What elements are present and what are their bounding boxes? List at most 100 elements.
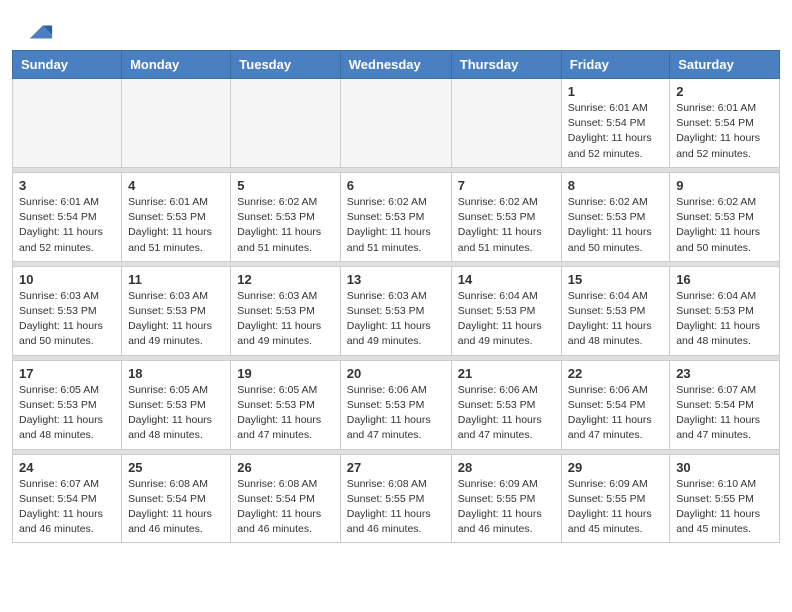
day-info: Sunrise: 6:02 AM Sunset: 5:53 PM Dayligh… [676, 195, 773, 256]
calendar-cell [340, 79, 451, 168]
calendar-cell: 4 Sunrise: 6:01 AM Sunset: 5:53 PM Daylig… [122, 172, 231, 261]
day-info: Sunrise: 6:03 AM Sunset: 5:53 PM Dayligh… [347, 289, 445, 350]
calendar-cell: 28 Sunrise: 6:09 AM Sunset: 5:55 PM Dayli… [451, 454, 561, 543]
day-info: Sunrise: 6:07 AM Sunset: 5:54 PM Dayligh… [19, 477, 115, 538]
day-number: 14 [458, 272, 555, 287]
day-number: 25 [128, 460, 224, 475]
calendar-cell: 22 Sunrise: 6:06 AM Sunset: 5:54 PM Dayli… [561, 360, 669, 449]
day-info: Sunrise: 6:04 AM Sunset: 5:53 PM Dayligh… [458, 289, 555, 350]
week-row-4: 17 Sunrise: 6:05 AM Sunset: 5:53 PM Dayli… [13, 360, 780, 449]
day-info: Sunrise: 6:06 AM Sunset: 5:53 PM Dayligh… [458, 383, 555, 444]
day-info: Sunrise: 6:02 AM Sunset: 5:53 PM Dayligh… [458, 195, 555, 256]
day-info: Sunrise: 6:01 AM Sunset: 5:54 PM Dayligh… [676, 101, 773, 162]
day-number: 1 [568, 84, 663, 99]
calendar-cell: 13 Sunrise: 6:03 AM Sunset: 5:53 PM Dayli… [340, 266, 451, 355]
day-number: 16 [676, 272, 773, 287]
day-info: Sunrise: 6:05 AM Sunset: 5:53 PM Dayligh… [19, 383, 115, 444]
day-number: 21 [458, 366, 555, 381]
day-number: 13 [347, 272, 445, 287]
calendar-cell [13, 79, 122, 168]
day-info: Sunrise: 6:01 AM Sunset: 5:54 PM Dayligh… [568, 101, 663, 162]
day-number: 29 [568, 460, 663, 475]
calendar-cell: 9Sunrise: 6:02 AM Sunset: 5:53 PM Daylig… [670, 172, 780, 261]
day-info: Sunrise: 6:02 AM Sunset: 5:53 PM Dayligh… [237, 195, 333, 256]
calendar-cell: 3 Sunrise: 6:01 AM Sunset: 5:54 PM Daylig… [13, 172, 122, 261]
day-number: 10 [19, 272, 115, 287]
day-info: Sunrise: 6:02 AM Sunset: 5:53 PM Dayligh… [568, 195, 663, 256]
day-number: 24 [19, 460, 115, 475]
day-number: 26 [237, 460, 333, 475]
day-number: 19 [237, 366, 333, 381]
calendar-cell: 27 Sunrise: 6:08 AM Sunset: 5:55 PM Dayli… [340, 454, 451, 543]
calendar-cell: 1 Sunrise: 6:01 AM Sunset: 5:54 PM Daylig… [561, 79, 669, 168]
day-number: 28 [458, 460, 555, 475]
day-info: Sunrise: 6:04 AM Sunset: 5:53 PM Dayligh… [676, 289, 773, 350]
day-info: Sunrise: 6:08 AM Sunset: 5:54 PM Dayligh… [237, 477, 333, 538]
day-info: Sunrise: 6:09 AM Sunset: 5:55 PM Dayligh… [568, 477, 663, 538]
logo [24, 18, 54, 40]
calendar-cell: 24 Sunrise: 6:07 AM Sunset: 5:54 PM Dayli… [13, 454, 122, 543]
day-info: Sunrise: 6:10 AM Sunset: 5:55 PM Dayligh… [676, 477, 773, 538]
calendar-cell [451, 79, 561, 168]
day-info: Sunrise: 6:03 AM Sunset: 5:53 PM Dayligh… [128, 289, 224, 350]
calendar-cell: 8Sunrise: 6:02 AM Sunset: 5:53 PM Daylig… [561, 172, 669, 261]
calendar-cell: 23 Sunrise: 6:07 AM Sunset: 5:54 PM Dayli… [670, 360, 780, 449]
calendar-cell: 5 Sunrise: 6:02 AM Sunset: 5:53 PM Daylig… [231, 172, 340, 261]
calendar-cell: 7 Sunrise: 6:02 AM Sunset: 5:53 PM Daylig… [451, 172, 561, 261]
day-number: 15 [568, 272, 663, 287]
day-info: Sunrise: 6:09 AM Sunset: 5:55 PM Dayligh… [458, 477, 555, 538]
day-info: Sunrise: 6:01 AM Sunset: 5:54 PM Dayligh… [19, 195, 115, 256]
calendar-cell: 12 Sunrise: 6:03 AM Sunset: 5:53 PM Dayli… [231, 266, 340, 355]
day-info: Sunrise: 6:06 AM Sunset: 5:54 PM Dayligh… [568, 383, 663, 444]
day-number: 2 [676, 84, 773, 99]
day-number: 18 [128, 366, 224, 381]
page-header [0, 0, 792, 50]
day-number: 7 [458, 178, 555, 193]
day-info: Sunrise: 6:05 AM Sunset: 5:53 PM Dayligh… [128, 383, 224, 444]
calendar-cell: 30 Sunrise: 6:10 AM Sunset: 5:55 PM Dayli… [670, 454, 780, 543]
weekday-header-thursday: Thursday [451, 51, 561, 79]
calendar-wrapper: SundayMondayTuesdayWednesdayThursdayFrid… [0, 50, 792, 555]
day-info: Sunrise: 6:04 AM Sunset: 5:53 PM Dayligh… [568, 289, 663, 350]
day-number: 12 [237, 272, 333, 287]
calendar-cell: 15 Sunrise: 6:04 AM Sunset: 5:53 PM Dayli… [561, 266, 669, 355]
day-info: Sunrise: 6:01 AM Sunset: 5:53 PM Dayligh… [128, 195, 224, 256]
day-info: Sunrise: 6:03 AM Sunset: 5:53 PM Dayligh… [19, 289, 115, 350]
weekday-header-sunday: Sunday [13, 51, 122, 79]
logo-icon [26, 18, 54, 46]
calendar-cell [122, 79, 231, 168]
week-row-1: 1 Sunrise: 6:01 AM Sunset: 5:54 PM Daylig… [13, 79, 780, 168]
day-info: Sunrise: 6:02 AM Sunset: 5:53 PM Dayligh… [347, 195, 445, 256]
calendar-cell: 6Sunrise: 6:02 AM Sunset: 5:53 PM Daylig… [340, 172, 451, 261]
day-number: 4 [128, 178, 224, 193]
weekday-header-row: SundayMondayTuesdayWednesdayThursdayFrid… [13, 51, 780, 79]
calendar-cell: 21 Sunrise: 6:06 AM Sunset: 5:53 PM Dayli… [451, 360, 561, 449]
day-number: 30 [676, 460, 773, 475]
calendar-cell: 29 Sunrise: 6:09 AM Sunset: 5:55 PM Dayli… [561, 454, 669, 543]
calendar-table: SundayMondayTuesdayWednesdayThursdayFrid… [12, 50, 780, 543]
day-number: 17 [19, 366, 115, 381]
week-row-3: 10 Sunrise: 6:03 AM Sunset: 5:53 PM Dayli… [13, 266, 780, 355]
day-number: 22 [568, 366, 663, 381]
day-info: Sunrise: 6:03 AM Sunset: 5:53 PM Dayligh… [237, 289, 333, 350]
day-number: 11 [128, 272, 224, 287]
weekday-header-tuesday: Tuesday [231, 51, 340, 79]
day-number: 20 [347, 366, 445, 381]
weekday-header-saturday: Saturday [670, 51, 780, 79]
weekday-header-friday: Friday [561, 51, 669, 79]
calendar-cell: 19Sunrise: 6:05 AM Sunset: 5:53 PM Dayli… [231, 360, 340, 449]
calendar-cell [231, 79, 340, 168]
day-number: 27 [347, 460, 445, 475]
weekday-header-monday: Monday [122, 51, 231, 79]
calendar-cell: 18 Sunrise: 6:05 AM Sunset: 5:53 PM Dayli… [122, 360, 231, 449]
week-row-5: 24 Sunrise: 6:07 AM Sunset: 5:54 PM Dayli… [13, 454, 780, 543]
calendar-cell: 17 Sunrise: 6:05 AM Sunset: 5:53 PM Dayli… [13, 360, 122, 449]
day-number: 5 [237, 178, 333, 193]
day-info: Sunrise: 6:08 AM Sunset: 5:55 PM Dayligh… [347, 477, 445, 538]
day-number: 23 [676, 366, 773, 381]
calendar-cell: 26 Sunrise: 6:08 AM Sunset: 5:54 PM Dayli… [231, 454, 340, 543]
calendar-cell: 14 Sunrise: 6:04 AM Sunset: 5:53 PM Dayli… [451, 266, 561, 355]
day-number: 3 [19, 178, 115, 193]
calendar-cell: 20Sunrise: 6:06 AM Sunset: 5:53 PM Dayli… [340, 360, 451, 449]
day-info: Sunrise: 6:07 AM Sunset: 5:54 PM Dayligh… [676, 383, 773, 444]
